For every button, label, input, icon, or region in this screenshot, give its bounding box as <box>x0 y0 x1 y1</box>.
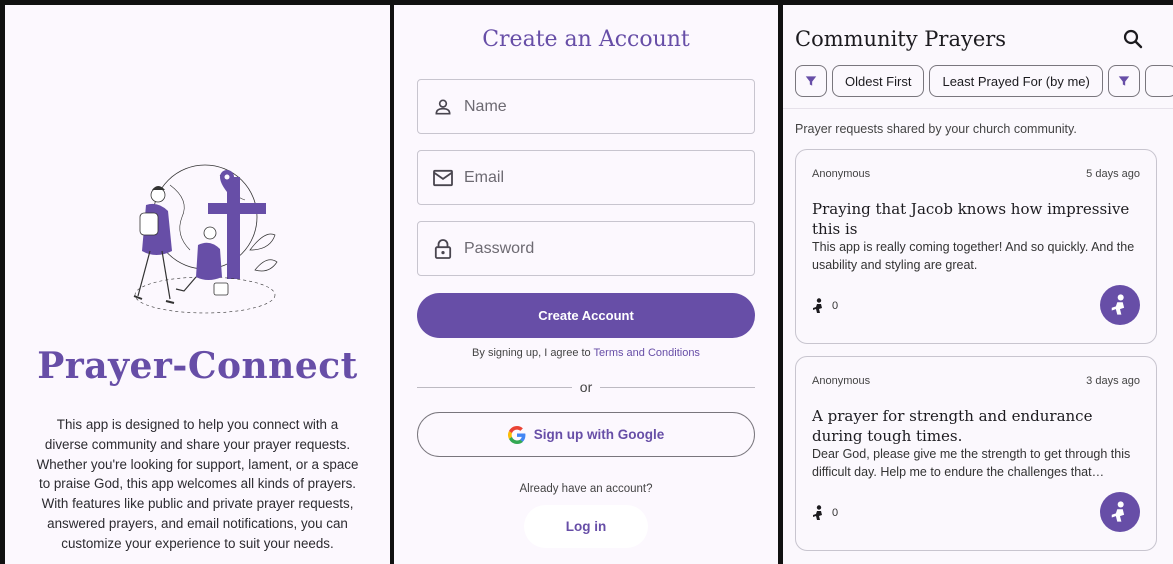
prayer-count: 0 <box>812 298 838 314</box>
have-account-text: Already have an account? <box>519 483 653 495</box>
app-brand-title: Prayer-Connect <box>37 345 358 387</box>
prayer-count: 0 <box>812 505 838 521</box>
filter-chip[interactable] <box>795 65 827 97</box>
prayer-card[interactable]: Anonymous 5 days ago Praying that Jacob … <box>795 149 1157 344</box>
pray-button[interactable] <box>1100 492 1140 532</box>
google-icon <box>507 425 526 444</box>
prayer-title: A prayer for strength and endurance duri… <box>812 407 1093 445</box>
divider-line <box>417 386 572 388</box>
name-field[interactable] <box>417 79 755 134</box>
filter-icon <box>1118 76 1130 86</box>
name-input[interactable] <box>464 97 724 116</box>
search-icon[interactable] <box>1121 27 1145 51</box>
praying-icon <box>813 298 822 313</box>
pray-button[interactable] <box>1100 285 1140 325</box>
sort-oldest-chip[interactable]: Oldest First <box>832 65 925 97</box>
prayer-timestamp: 3 days ago <box>1086 375 1140 387</box>
signup-panel: Create an Account Create Account By sign… <box>394 5 778 564</box>
email-input[interactable] <box>464 168 724 187</box>
app-description: This app is designed to help you connect… <box>36 417 359 551</box>
signup-title: Create an Account <box>482 27 690 52</box>
login-button[interactable]: Log in <box>524 505 648 548</box>
prayer-count-value: 0 <box>832 300 839 312</box>
prayer-count-value: 0 <box>832 507 839 519</box>
terms-prefix: By signing up, I agree to <box>472 347 594 359</box>
filter-icon <box>805 76 817 86</box>
terms-link[interactable]: Terms and Conditions <box>594 347 700 359</box>
or-label: or <box>579 379 593 395</box>
praying-icon <box>1111 501 1125 522</box>
password-field[interactable] <box>417 221 755 276</box>
or-divider: or <box>417 379 756 395</box>
prayer-timestamp: 5 days ago <box>1086 168 1140 180</box>
filter-chip[interactable] <box>1107 65 1140 97</box>
welcome-panel: Prayer-Connect This app is designed to h… <box>5 5 390 564</box>
praying-icon <box>813 505 822 520</box>
least-prayed-chip[interactable]: Least Prayed For (by me) <box>929 65 1103 97</box>
praying-icon <box>1111 294 1125 315</box>
prayer-author: Anonymous <box>812 168 871 180</box>
google-button-label: Sign up with Google <box>533 427 665 442</box>
filter-chip[interactable] <box>1144 65 1173 97</box>
email-field[interactable] <box>417 150 755 205</box>
google-signup-button[interactable]: Sign up with Google <box>417 412 755 457</box>
mail-icon <box>432 167 454 189</box>
page-title: Community Prayers <box>795 27 1007 51</box>
terms-notice: By signing up, I agree to Terms and Cond… <box>394 347 778 359</box>
community-panel: Community Prayers Oldest First Least Pray… <box>783 5 1173 564</box>
prayer-illustration <box>133 164 278 314</box>
chip-bar-divider <box>783 108 1173 109</box>
prayer-title: Praying that Jacob knows how impressive … <box>812 200 1130 238</box>
filter-chips: Oldest First Least Prayed For (by me) <box>795 65 1173 97</box>
prayer-card[interactable]: Anonymous 3 days ago A prayer for streng… <box>795 356 1157 551</box>
community-subtitle: Prayer requests shared by your church co… <box>795 122 1077 136</box>
password-input[interactable] <box>464 239 724 258</box>
prayer-author: Anonymous <box>812 375 871 387</box>
prayer-body: This app is really coming together! And … <box>812 240 1135 272</box>
prayer-body: Dear God, please give me the strength to… <box>812 447 1131 479</box>
create-account-button[interactable]: Create Account <box>417 293 755 338</box>
divider-line <box>600 386 756 388</box>
lock-icon <box>432 238 454 260</box>
person-icon <box>432 96 454 118</box>
